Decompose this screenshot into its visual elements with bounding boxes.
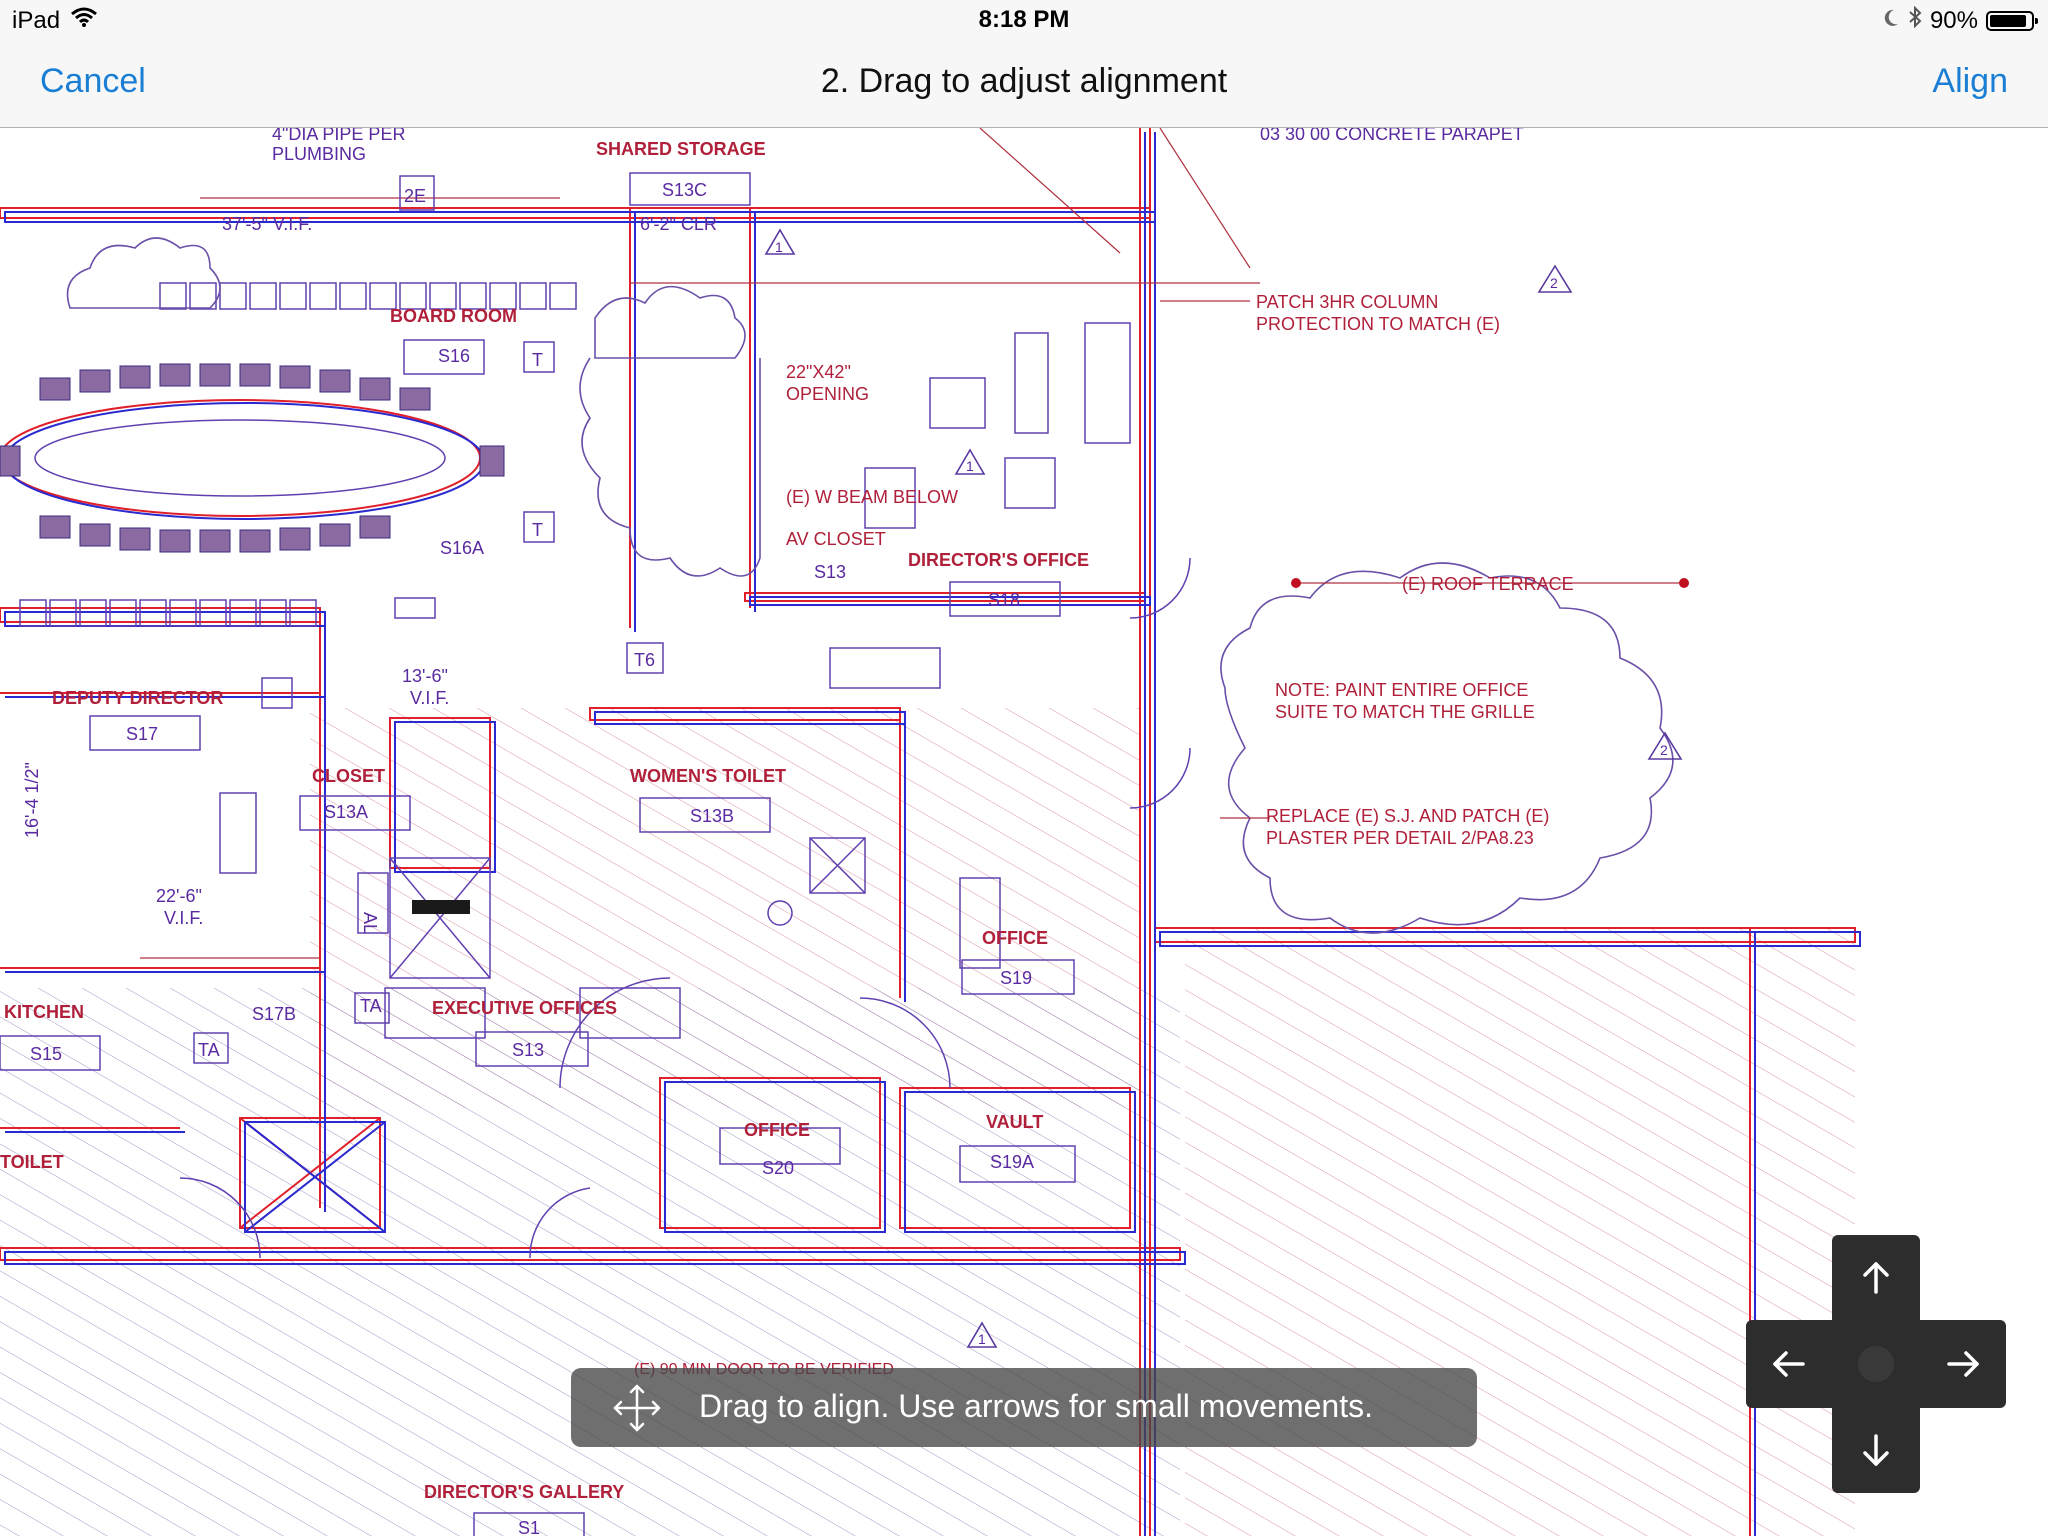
arrow-up-icon bbox=[1863, 1262, 1889, 1294]
status-bar: iPad 8:18 PM 90% bbox=[0, 0, 2048, 40]
status-time: 8:18 PM bbox=[978, 6, 1070, 33]
label-roof-terrace: (E) ROOF TERRACE bbox=[1402, 574, 1574, 594]
label-s19a: S19A bbox=[990, 1152, 1034, 1172]
label-closet: CLOSET bbox=[312, 766, 385, 786]
label-dim-22: 22'-6" bbox=[156, 886, 202, 906]
label-opening-2: OPENING bbox=[786, 384, 869, 404]
label-ta-2: TA bbox=[198, 1040, 220, 1060]
label-s1: S1 bbox=[518, 1518, 540, 1536]
label-board-room: BOARD ROOM bbox=[390, 306, 517, 326]
move-icon bbox=[611, 1382, 663, 1442]
label-s18: S18 bbox=[988, 590, 1020, 610]
arrow-down-button[interactable] bbox=[1832, 1407, 1920, 1493]
label-note-1: NOTE: PAINT ENTIRE OFFICE bbox=[1275, 680, 1528, 700]
battery-fill bbox=[1990, 14, 2026, 27]
label-kitchen: KITCHEN bbox=[4, 1002, 84, 1022]
label-deputy-director: DEPUTY DIRECTOR bbox=[52, 688, 223, 708]
label-dim-37: 37'-5" V.I.F. bbox=[222, 214, 312, 234]
label-t-1: T bbox=[532, 350, 543, 370]
label-s17b: S17B bbox=[252, 1004, 296, 1024]
label-opening-1: 22"X42" bbox=[786, 362, 851, 382]
label-replace-2: PLASTER PER DETAIL 2/PA8.23 bbox=[1266, 828, 1534, 848]
label-directors-office: DIRECTOR'S OFFICE bbox=[908, 550, 1089, 570]
arrow-pad-center bbox=[1858, 1346, 1894, 1382]
label-directors-gallery: DIRECTOR'S GALLERY bbox=[424, 1482, 624, 1502]
arrow-left-icon bbox=[1773, 1351, 1805, 1377]
label-patch-1: PATCH 3HR COLUMN bbox=[1256, 292, 1438, 312]
label-ta-1: TA bbox=[360, 996, 382, 1016]
label-s19: S19 bbox=[1000, 968, 1032, 988]
label-tag-2e: 2E bbox=[404, 186, 426, 206]
label-plumbing: PLUMBING bbox=[272, 144, 366, 164]
label-clr: 6'-2" CLR bbox=[640, 214, 717, 234]
arrow-down-icon bbox=[1863, 1434, 1889, 1466]
battery-percent: 90% bbox=[1929, 6, 1978, 34]
label-rev-2: 2 bbox=[1550, 275, 1558, 291]
label-pipe: 4"DIA PIPE PER bbox=[272, 128, 405, 144]
arrow-right-button[interactable] bbox=[1920, 1320, 2006, 1408]
label-vif: V.I.F. bbox=[410, 688, 449, 708]
status-right: 90% bbox=[1882, 5, 2038, 35]
label-vif-2: V.I.F. bbox=[164, 908, 203, 928]
navigation-bar: Cancel 2. Drag to adjust alignment Align bbox=[0, 40, 2048, 128]
label-shared-storage: SHARED STORAGE bbox=[596, 139, 766, 159]
label-office-1: OFFICE bbox=[982, 928, 1048, 948]
alignment-hint: Drag to align. Use arrows for small move… bbox=[571, 1368, 1477, 1447]
label-t-2: T bbox=[532, 520, 543, 540]
bluetooth-icon bbox=[1908, 5, 1922, 35]
label-vault: VAULT bbox=[986, 1112, 1043, 1132]
arrow-left-button[interactable] bbox=[1746, 1320, 1832, 1408]
label-replace-1: REPLACE (E) S.J. AND PATCH (E) bbox=[1266, 806, 1549, 826]
label-office-2: OFFICE bbox=[744, 1120, 810, 1140]
label-s13: S13 bbox=[814, 562, 846, 582]
label-toilet: TOILET bbox=[0, 1152, 64, 1172]
label-parapet: 03 30 00 CONCRETE PARAPET bbox=[1260, 128, 1524, 144]
label-s17: S17 bbox=[126, 724, 158, 744]
label-s13c: S13C bbox=[662, 180, 707, 200]
arrow-right-icon bbox=[1947, 1351, 1979, 1377]
label-rev-1: 1 bbox=[775, 239, 783, 255]
arrow-up-button[interactable] bbox=[1832, 1235, 1920, 1321]
label-al: AL bbox=[360, 912, 380, 934]
moon-icon bbox=[1882, 7, 1900, 35]
label-s16: S16 bbox=[438, 346, 470, 366]
label-note-2: SUITE TO MATCH THE GRILLE bbox=[1275, 702, 1535, 722]
label-patch-2: PROTECTION TO MATCH (E) bbox=[1256, 314, 1500, 334]
label-wbeam: (E) W BEAM BELOW bbox=[786, 487, 958, 507]
board-chairs bbox=[0, 363, 505, 553]
label-s13a: S13A bbox=[324, 802, 368, 822]
floor-plan-drawing[interactable]: 4"DIA PIPE PER PLUMBING SHARED STORAGE S… bbox=[0, 128, 2048, 1536]
battery-icon bbox=[1986, 10, 2038, 31]
label-s16a: S16A bbox=[440, 538, 484, 558]
label-rev-5: 1 bbox=[978, 1331, 986, 1347]
label-exec-offices: EXECUTIVE OFFICES bbox=[432, 998, 617, 1018]
board-table bbox=[0, 399, 485, 520]
label-s15: S15 bbox=[30, 1044, 62, 1064]
label-t6: T6 bbox=[634, 650, 655, 670]
label-dim-16: 16'-4 1/2" bbox=[22, 762, 42, 838]
label-womens-toilet: WOMEN'S TOILET bbox=[630, 766, 786, 786]
page-title: 2. Drag to adjust alignment bbox=[820, 62, 1228, 100]
label-s20: S20 bbox=[762, 1158, 794, 1178]
label-s13-2: S13 bbox=[512, 1040, 544, 1060]
floor-plan-canvas[interactable]: 4"DIA PIPE PER PLUMBING SHARED STORAGE S… bbox=[0, 128, 2048, 1536]
label-s13b: S13B bbox=[690, 806, 734, 826]
hint-text: Drag to align. Use arrows for small move… bbox=[699, 1388, 1373, 1424]
label-dim-13: 13'-6" bbox=[402, 666, 448, 686]
black-marker bbox=[412, 900, 470, 914]
align-button[interactable]: Align bbox=[1932, 62, 2008, 101]
label-av-closet: AV CLOSET bbox=[786, 529, 886, 549]
label-rev-3: 1 bbox=[966, 458, 974, 474]
label-rev-4: 2 bbox=[1660, 742, 1668, 758]
